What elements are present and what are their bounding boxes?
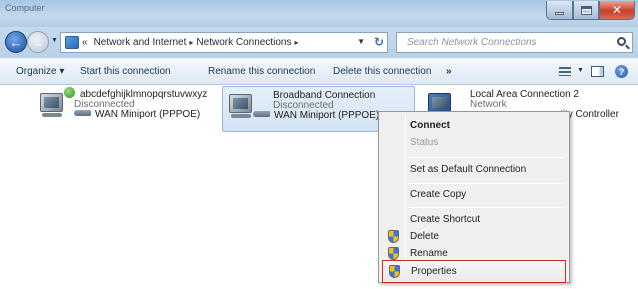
monitor-icon bbox=[40, 93, 63, 112]
menu-item-label: Create Copy bbox=[410, 189, 467, 200]
title-bar: Computer ✕ bbox=[0, 0, 638, 27]
start-connection-button[interactable]: Start this connection bbox=[80, 66, 171, 77]
back-button[interactable]: ← bbox=[5, 31, 27, 53]
connection-device-label: WAN Miniport (PPPOE) bbox=[274, 110, 380, 121]
preview-pane-icon[interactable] bbox=[591, 66, 604, 77]
connection-device: WAN Miniport (PPPOE) bbox=[74, 109, 200, 120]
more-commands-button[interactable]: » bbox=[446, 66, 452, 77]
uac-shield-icon bbox=[388, 230, 399, 243]
context-menu: Connect Status Set as Default Connection… bbox=[378, 111, 570, 283]
modem-icon bbox=[74, 110, 91, 116]
menu-separator bbox=[409, 207, 565, 208]
connection-device-label: WAN Miniport (PPPOE) bbox=[95, 109, 201, 120]
view-dropdown-icon[interactable]: ▼ bbox=[577, 67, 584, 74]
menu-item-label: Create Shortcut bbox=[410, 214, 481, 225]
network-folder-icon bbox=[65, 36, 79, 49]
monitor-icon bbox=[229, 94, 252, 113]
address-row: ← → ▼ « Network and Internet ▸ Network C… bbox=[0, 27, 638, 58]
search-input[interactable]: Search Network Connections bbox=[396, 32, 633, 53]
breadcrumb-separator-icon[interactable]: ▸ bbox=[294, 38, 298, 47]
maximize-button[interactable] bbox=[573, 1, 599, 20]
minimize-icon bbox=[555, 12, 564, 15]
window-title: Computer bbox=[5, 3, 45, 13]
change-view-icon[interactable] bbox=[559, 67, 571, 76]
menu-item-label: Properties bbox=[411, 266, 457, 277]
history-dropdown-icon[interactable]: ▼ bbox=[51, 37, 58, 44]
uac-shield-icon bbox=[389, 265, 400, 278]
connection-item[interactable]: abcdefghijklmnopqrstuvwxyz Disconnected … bbox=[40, 86, 207, 132]
connection-status: Network bbox=[470, 99, 507, 110]
forward-button[interactable]: → bbox=[27, 31, 49, 53]
menu-item-label: Status bbox=[410, 137, 439, 148]
address-bar[interactable]: « Network and Internet ▸ Network Connect… bbox=[60, 32, 388, 53]
menu-item-label: Connect bbox=[410, 120, 450, 131]
address-dropdown-icon[interactable]: ▼ bbox=[357, 37, 365, 46]
menu-item-status: Status bbox=[382, 132, 566, 154]
breadcrumb-network-and-internet[interactable]: Network and Internet bbox=[91, 37, 190, 48]
cable-icon bbox=[231, 114, 251, 118]
menu-separator bbox=[409, 157, 565, 158]
connection-device: WAN Miniport (PPPOE) bbox=[253, 110, 379, 121]
refresh-icon[interactable]: ↻ bbox=[374, 35, 384, 49]
help-icon[interactable]: ? bbox=[615, 65, 628, 78]
close-button[interactable]: ✕ bbox=[599, 1, 635, 20]
explorer-window: Computer ✕ ← → ▼ « Network and Internet … bbox=[0, 0, 638, 289]
close-icon: ✕ bbox=[611, 3, 623, 17]
command-bar: Organize ▾ Start this connection Rename … bbox=[0, 58, 638, 85]
cable-icon bbox=[42, 113, 62, 117]
menu-item-properties[interactable]: Properties bbox=[382, 260, 566, 283]
uac-shield-icon bbox=[388, 247, 399, 260]
organize-button[interactable]: Organize ▾ bbox=[16, 66, 64, 77]
menu-item-label: Delete bbox=[410, 231, 439, 242]
rename-connection-button[interactable]: Rename this connection bbox=[208, 66, 315, 77]
breadcrumb-network-connections[interactable]: Network Connections bbox=[193, 37, 294, 48]
menu-item-label: Rename bbox=[410, 248, 448, 259]
monitor-icon bbox=[428, 93, 451, 112]
search-placeholder: Search Network Connections bbox=[407, 37, 537, 48]
search-icon[interactable] bbox=[617, 37, 626, 46]
minimize-button[interactable] bbox=[546, 1, 573, 20]
back-arrow-icon: ← bbox=[9, 34, 23, 50]
modem-icon bbox=[253, 111, 270, 117]
delete-connection-button[interactable]: Delete this connection bbox=[333, 66, 431, 77]
menu-item-label: Set as Default Connection bbox=[410, 164, 527, 175]
maximize-icon bbox=[580, 5, 592, 15]
menu-item-create-copy[interactable]: Create Copy bbox=[382, 184, 566, 206]
menu-item-set-default[interactable]: Set as Default Connection bbox=[382, 159, 566, 181]
check-badge-icon bbox=[64, 87, 75, 98]
breadcrumb-prefix[interactable]: « bbox=[79, 37, 91, 48]
forward-arrow-icon: → bbox=[31, 34, 45, 50]
